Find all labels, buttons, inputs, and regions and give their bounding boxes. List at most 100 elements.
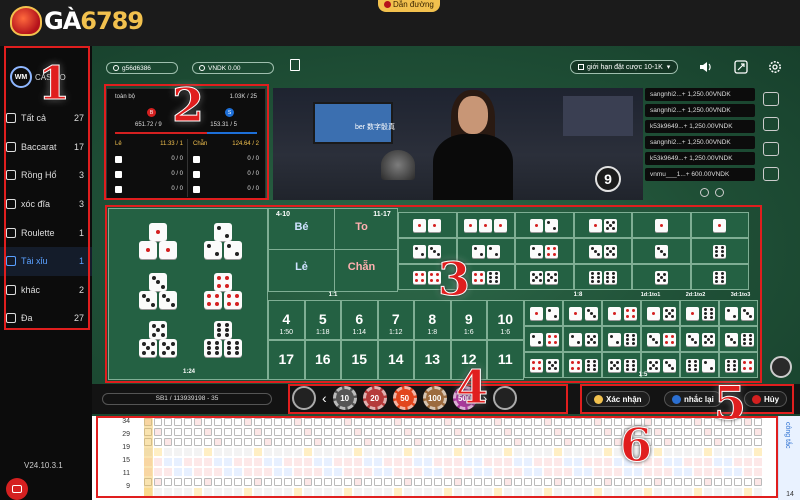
history-icon[interactable] [290, 59, 300, 71]
sidebar-item-5[interactable]: Tài xỉu 1 [0, 246, 92, 276]
pair-bet-cell[interactable] [641, 326, 680, 352]
die-face-1-icon [479, 219, 493, 232]
sum-bet-cell[interactable]: 5 1:18 [304, 300, 341, 340]
roadmap-cell [294, 418, 302, 426]
combo-bet-cell[interactable] [632, 212, 691, 238]
pair-bet-cell[interactable] [602, 326, 641, 352]
pair-bet-cell[interactable] [563, 300, 602, 326]
sum-bet-cell[interactable]: 7 1:12 [377, 300, 414, 340]
combo-bet-cell[interactable] [573, 264, 632, 290]
small-range: 4-10 [275, 211, 290, 218]
chip-settings-icon[interactable] [292, 386, 316, 410]
chip-10[interactable]: 10 [332, 386, 357, 410]
sum-bet-cell[interactable]: 13 [414, 340, 451, 380]
sidebar-item-4[interactable]: Roulette 1 [0, 218, 92, 247]
stats-tool-icon[interactable] [763, 92, 779, 106]
sidebar-item-3[interactable]: xóc đĩa 3 [0, 190, 92, 219]
roadmap-cell [304, 428, 312, 436]
roadmap-cell [224, 428, 232, 436]
combo-bet-cell[interactable] [573, 212, 632, 238]
roadmap-cell [524, 468, 532, 476]
combo-bet-cell[interactable] [515, 212, 574, 238]
sum-bet-cell[interactable]: 16 [304, 340, 341, 380]
cancel-button[interactable]: Hủy [744, 391, 788, 407]
roadmap-cell [174, 448, 182, 456]
brand-logo[interactable]: GÀ6789 [10, 6, 144, 36]
pair-bet-cell[interactable] [680, 300, 719, 326]
sound-icon[interactable] [698, 60, 712, 74]
sum-bet-cell[interactable]: 6 1:14 [341, 300, 378, 340]
dice-menu-icon[interactable] [770, 356, 792, 378]
roadmap-cell [224, 478, 232, 486]
combo-bet-cell[interactable] [690, 212, 749, 238]
bet-feed-item: vnmu___1...+ 600.00VNDK [645, 168, 755, 181]
sum-bet-cell[interactable]: 15 [341, 340, 378, 380]
sidebar-item-6[interactable]: khác 2 [0, 276, 92, 305]
sum-bet-cell[interactable]: 10 1:6 [487, 300, 524, 340]
big-small-odd-even-area[interactable]: 4-10 11-17 Bé To Lẻ Chẵn [268, 208, 399, 293]
roadmap-cell [574, 428, 582, 436]
pair-bet-cell[interactable] [563, 326, 602, 352]
chip-50[interactable]: 50 [392, 386, 417, 410]
guide-button[interactable]: Dẫn đường [378, 0, 440, 12]
sidebar-item-7[interactable]: Đa 27 [0, 304, 92, 333]
combo-bet-cell[interactable] [573, 238, 632, 264]
sum-number: 17 [278, 351, 295, 367]
sidebar-item-2[interactable]: Rồng Hổ 3 [0, 161, 92, 190]
balance-pill: VNDK 0.00 [192, 62, 274, 74]
roadmap-cell [204, 488, 212, 496]
favorite-tool-icon[interactable] [763, 142, 779, 156]
switch-table-icon[interactable] [763, 167, 779, 181]
roadmap-cell [264, 438, 272, 446]
roadmap-cell [684, 438, 692, 446]
roadmap-cell [184, 438, 192, 446]
die-face-2-icon [546, 307, 559, 320]
combo-bet-cell[interactable] [690, 264, 749, 290]
live-bets-feed: sangnhi2...+ 1,250.00VNDK sangnhi2...+ 1,… [645, 88, 755, 200]
settings-gear-icon[interactable] [768, 60, 782, 74]
sum-bet-cell[interactable]: 11 [487, 340, 524, 380]
single-odds: 2d:1to2 [685, 292, 706, 298]
combo-bet-cell[interactable] [632, 264, 691, 290]
pair-bet-cell[interactable] [641, 300, 680, 326]
sum-bet-cell[interactable]: 8 1:8 [414, 300, 451, 340]
combo-bet-cell[interactable] [632, 238, 691, 264]
chip-20[interactable]: 20 [362, 386, 387, 410]
roadmap-cell [394, 448, 402, 456]
triple-bet-area[interactable]: 1:24 [108, 208, 268, 380]
pair-bet-cell[interactable] [524, 326, 563, 352]
sum-bet-cell[interactable]: 14 [377, 340, 414, 380]
pair-bet-cell[interactable] [680, 326, 719, 352]
fullscreen-icon[interactable] [734, 60, 748, 74]
limit-icon [578, 64, 584, 70]
roadmap-cell [754, 488, 762, 496]
pair-bet-cell[interactable] [719, 326, 758, 352]
pair-bet-cell[interactable] [602, 300, 641, 326]
roadmap-cell [554, 448, 562, 456]
sum-bet-cell[interactable]: 9 1:6 [450, 300, 487, 340]
combo-bet-cell[interactable] [690, 238, 749, 264]
roadmap-cell [694, 438, 702, 446]
roadmap-cell [384, 418, 392, 426]
pair-bet-cell[interactable] [524, 300, 563, 326]
roadmap-cell [344, 458, 352, 466]
roadmap-cell [334, 488, 342, 496]
combo-bet-cell[interactable] [515, 264, 574, 290]
confirm-button[interactable]: Xác nhận [586, 391, 650, 407]
dice-shaker [381, 150, 415, 180]
chat-button[interactable] [6, 478, 28, 500]
chevron-left-icon[interactable]: ‹ [322, 390, 327, 406]
sum-bet-cell[interactable]: 17 [268, 340, 305, 380]
combo-bet-cell[interactable] [456, 212, 515, 238]
combo-bet-cell[interactable] [398, 212, 457, 238]
sidebar-item-1[interactable]: Baccarat 17 [0, 133, 92, 162]
chip-100[interactable]: 100 [422, 386, 447, 410]
combo-bet-cell[interactable] [515, 238, 574, 264]
bet-limit-select[interactable]: giới hạn đặt cược 10-1K ▾ [570, 60, 679, 74]
roadmap-toggle[interactable]: công tắc 14 [778, 416, 800, 500]
custom-chip-icon[interactable] [493, 386, 518, 410]
roadmap-cell [394, 488, 402, 496]
pair-bet-cell[interactable] [719, 300, 758, 326]
sum-bet-cell[interactable]: 4 1:50 [268, 300, 305, 340]
chart-tool-icon[interactable] [763, 117, 779, 131]
